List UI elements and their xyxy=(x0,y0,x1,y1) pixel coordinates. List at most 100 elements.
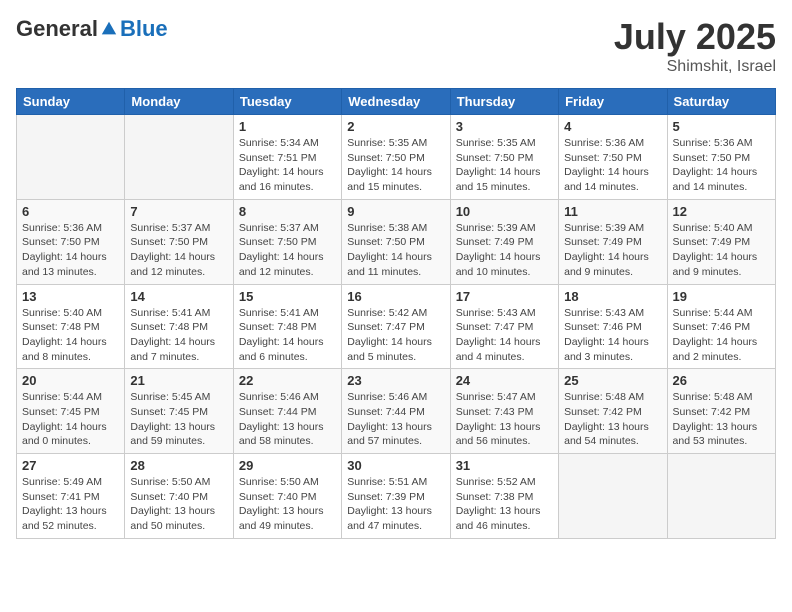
day-number: 9 xyxy=(347,204,444,219)
day-of-week-header: Monday xyxy=(125,89,233,115)
cell-content: Sunrise: 5:40 AM Sunset: 7:49 PM Dayligh… xyxy=(673,221,770,280)
day-number: 18 xyxy=(564,289,661,304)
calendar-cell: 14Sunrise: 5:41 AM Sunset: 7:48 PM Dayli… xyxy=(125,284,233,369)
day-number: 2 xyxy=(347,119,444,134)
calendar-cell: 24Sunrise: 5:47 AM Sunset: 7:43 PM Dayli… xyxy=(450,369,558,454)
calendar-cell: 31 Sunrise: 5:52 AM Sunset: 7:38 PM Dayli… xyxy=(450,454,558,539)
calendar-cell: 6Sunrise: 5:36 AM Sunset: 7:50 PM Daylig… xyxy=(17,199,125,284)
location-subtitle: Shimshit, Israel xyxy=(614,58,776,76)
calendar-cell: 27Sunrise: 5:49 AM Sunset: 7:41 PM Dayli… xyxy=(17,454,125,539)
calendar-cell xyxy=(17,115,125,200)
cell-content: Sunrise: 5:48 AM Sunset: 7:42 PM Dayligh… xyxy=(673,390,770,449)
calendar-cell: 16Sunrise: 5:42 AM Sunset: 7:47 PM Dayli… xyxy=(342,284,450,369)
calendar-cell: 10 Sunrise: 5:39 AM Sunset: 7:49 PM Dayli… xyxy=(450,199,558,284)
cell-content: Sunrise: 5:43 AM Sunset: 7:46 PM Dayligh… xyxy=(564,306,661,365)
cell-content: Sunrise: 5:39 AM Sunset: 7:49 PM Dayligh… xyxy=(456,221,553,280)
day-number: 16 xyxy=(347,289,444,304)
day-number: 4 xyxy=(564,119,661,134)
cell-content: Sunrise: 5:44 AM Sunset: 7:45 PM Dayligh… xyxy=(22,390,119,449)
calendar-header-row: SundayMondayTuesdayWednesdayThursdayFrid… xyxy=(17,89,776,115)
calendar-cell: 29 Sunrise: 5:50 AM Sunset: 7:40 PM Dayli… xyxy=(233,454,341,539)
cell-content: Sunrise: 5:36 AM Sunset: 7:50 PM Dayligh… xyxy=(22,221,119,280)
day-number: 15 xyxy=(239,289,336,304)
calendar-cell: 26 Sunrise: 5:48 AM Sunset: 7:42 PM Dayli… xyxy=(667,369,775,454)
calendar-cell: 5Sunrise: 5:36 AM Sunset: 7:50 PM Daylig… xyxy=(667,115,775,200)
calendar-cell: 9 Sunrise: 5:38 AM Sunset: 7:50 PM Daylig… xyxy=(342,199,450,284)
calendar-cell: 7 Sunrise: 5:37 AM Sunset: 7:50 PM Daylig… xyxy=(125,199,233,284)
day-number: 8 xyxy=(239,204,336,219)
calendar-cell: 20Sunrise: 5:44 AM Sunset: 7:45 PM Dayli… xyxy=(17,369,125,454)
cell-content: Sunrise: 5:46 AM Sunset: 7:44 PM Dayligh… xyxy=(347,390,444,449)
calendar-cell: 15 Sunrise: 5:41 AM Sunset: 7:48 PM Dayli… xyxy=(233,284,341,369)
day-number: 11 xyxy=(564,204,661,219)
day-number: 14 xyxy=(130,289,227,304)
day-number: 22 xyxy=(239,373,336,388)
day-number: 29 xyxy=(239,458,336,473)
calendar-cell: 11 Sunrise: 5:39 AM Sunset: 7:49 PM Dayli… xyxy=(559,199,667,284)
day-of-week-header: Sunday xyxy=(17,89,125,115)
cell-content: Sunrise: 5:36 AM Sunset: 7:50 PM Dayligh… xyxy=(673,136,770,195)
calendar-cell: 19 Sunrise: 5:44 AM Sunset: 7:46 PM Dayli… xyxy=(667,284,775,369)
cell-content: Sunrise: 5:46 AM Sunset: 7:44 PM Dayligh… xyxy=(239,390,336,449)
logo: General Blue xyxy=(16,16,168,42)
cell-content: Sunrise: 5:45 AM Sunset: 7:45 PM Dayligh… xyxy=(130,390,227,449)
cell-content: Sunrise: 5:48 AM Sunset: 7:42 PM Dayligh… xyxy=(564,390,661,449)
cell-content: Sunrise: 5:39 AM Sunset: 7:49 PM Dayligh… xyxy=(564,221,661,280)
title-block: July 2025 Shimshit, Israel xyxy=(614,16,776,76)
day-number: 26 xyxy=(673,373,770,388)
cell-content: Sunrise: 5:44 AM Sunset: 7:46 PM Dayligh… xyxy=(673,306,770,365)
day-number: 21 xyxy=(130,373,227,388)
day-of-week-header: Saturday xyxy=(667,89,775,115)
cell-content: Sunrise: 5:41 AM Sunset: 7:48 PM Dayligh… xyxy=(239,306,336,365)
calendar-cell: 4 Sunrise: 5:36 AM Sunset: 7:50 PM Daylig… xyxy=(559,115,667,200)
cell-content: Sunrise: 5:40 AM Sunset: 7:48 PM Dayligh… xyxy=(22,306,119,365)
calendar-cell: 8Sunrise: 5:37 AM Sunset: 7:50 PM Daylig… xyxy=(233,199,341,284)
day-number: 12 xyxy=(673,204,770,219)
calendar-week-row: 6Sunrise: 5:36 AM Sunset: 7:50 PM Daylig… xyxy=(17,199,776,284)
calendar-cell: 23 Sunrise: 5:46 AM Sunset: 7:44 PM Dayli… xyxy=(342,369,450,454)
day-number: 13 xyxy=(22,289,119,304)
cell-content: Sunrise: 5:35 AM Sunset: 7:50 PM Dayligh… xyxy=(456,136,553,195)
cell-content: Sunrise: 5:36 AM Sunset: 7:50 PM Dayligh… xyxy=(564,136,661,195)
cell-content: Sunrise: 5:35 AM Sunset: 7:50 PM Dayligh… xyxy=(347,136,444,195)
cell-content: Sunrise: 5:52 AM Sunset: 7:38 PM Dayligh… xyxy=(456,475,553,534)
calendar-cell: 18 Sunrise: 5:43 AM Sunset: 7:46 PM Dayli… xyxy=(559,284,667,369)
day-of-week-header: Friday xyxy=(559,89,667,115)
day-number: 19 xyxy=(673,289,770,304)
cell-content: Sunrise: 5:51 AM Sunset: 7:39 PM Dayligh… xyxy=(347,475,444,534)
logo-general-text: General xyxy=(16,16,98,42)
day-number: 23 xyxy=(347,373,444,388)
calendar-cell: 17Sunrise: 5:43 AM Sunset: 7:47 PM Dayli… xyxy=(450,284,558,369)
calendar-cell: 12 Sunrise: 5:40 AM Sunset: 7:49 PM Dayli… xyxy=(667,199,775,284)
cell-content: Sunrise: 5:37 AM Sunset: 7:50 PM Dayligh… xyxy=(130,221,227,280)
day-number: 1 xyxy=(239,119,336,134)
calendar-week-row: 27Sunrise: 5:49 AM Sunset: 7:41 PM Dayli… xyxy=(17,454,776,539)
logo-blue-text: Blue xyxy=(120,16,168,42)
page-header: General Blue July 2025 Shimshit, Israel xyxy=(16,16,776,76)
cell-content: Sunrise: 5:49 AM Sunset: 7:41 PM Dayligh… xyxy=(22,475,119,534)
month-year-title: July 2025 xyxy=(614,16,776,58)
day-number: 10 xyxy=(456,204,553,219)
calendar-cell xyxy=(667,454,775,539)
day-number: 17 xyxy=(456,289,553,304)
calendar-week-row: 13 Sunrise: 5:40 AM Sunset: 7:48 PM Dayli… xyxy=(17,284,776,369)
calendar-cell xyxy=(559,454,667,539)
day-number: 3 xyxy=(456,119,553,134)
day-number: 7 xyxy=(130,204,227,219)
calendar-cell: 13 Sunrise: 5:40 AM Sunset: 7:48 PM Dayli… xyxy=(17,284,125,369)
day-of-week-header: Tuesday xyxy=(233,89,341,115)
logo-icon xyxy=(100,20,118,38)
day-number: 31 xyxy=(456,458,553,473)
calendar-cell: 21 Sunrise: 5:45 AM Sunset: 7:45 PM Dayli… xyxy=(125,369,233,454)
day-of-week-header: Wednesday xyxy=(342,89,450,115)
cell-content: Sunrise: 5:34 AM Sunset: 7:51 PM Dayligh… xyxy=(239,136,336,195)
calendar-cell: 1 Sunrise: 5:34 AM Sunset: 7:51 PM Daylig… xyxy=(233,115,341,200)
calendar-table: SundayMondayTuesdayWednesdayThursdayFrid… xyxy=(16,88,776,539)
calendar-cell: 30Sunrise: 5:51 AM Sunset: 7:39 PM Dayli… xyxy=(342,454,450,539)
calendar-week-row: 20Sunrise: 5:44 AM Sunset: 7:45 PM Dayli… xyxy=(17,369,776,454)
cell-content: Sunrise: 5:38 AM Sunset: 7:50 PM Dayligh… xyxy=(347,221,444,280)
cell-content: Sunrise: 5:50 AM Sunset: 7:40 PM Dayligh… xyxy=(130,475,227,534)
cell-content: Sunrise: 5:50 AM Sunset: 7:40 PM Dayligh… xyxy=(239,475,336,534)
calendar-cell: 25Sunrise: 5:48 AM Sunset: 7:42 PM Dayli… xyxy=(559,369,667,454)
calendar-cell: 22 Sunrise: 5:46 AM Sunset: 7:44 PM Dayli… xyxy=(233,369,341,454)
